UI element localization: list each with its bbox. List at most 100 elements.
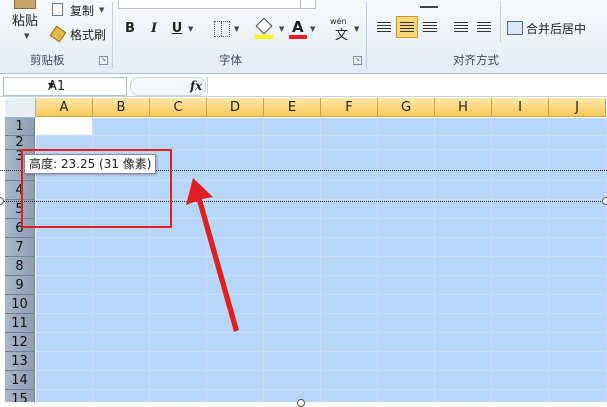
column-header-d[interactable]: D: [207, 98, 264, 117]
column-header-b[interactable]: B: [93, 98, 150, 117]
fill-color-button[interactable]: [254, 17, 276, 40]
ribbon: 粘贴 ▼ 复制 ▼ 格式刷 剪贴板 ↘ B I U ▼ ▼ ▼ A ▼ wén …: [0, 0, 607, 74]
formula-bar: A1 ▼: [0, 76, 607, 97]
font-color-button[interactable]: A: [288, 18, 308, 40]
gridline: [206, 118, 207, 402]
align-center-button[interactable]: [396, 16, 418, 38]
gridline: [36, 135, 607, 136]
gridline: [36, 237, 607, 238]
font-size-input[interactable]: [300, 0, 316, 9]
font-launcher-icon[interactable]: ↘: [353, 56, 362, 65]
row-header-14[interactable]: 14: [5, 371, 35, 390]
decrease-indent-icon: [454, 22, 468, 34]
brush-icon: [49, 25, 67, 43]
paste-label: 粘贴: [12, 14, 39, 29]
copy-dropdown-icon[interactable]: ▼: [99, 6, 104, 14]
font-color-letter-icon: A: [292, 18, 304, 36]
gridline: [36, 389, 607, 390]
gridline: [548, 118, 549, 402]
gridline: [434, 118, 435, 402]
border-icon: [221, 22, 223, 36]
row-header-15[interactable]: 15: [5, 390, 35, 402]
align-left-icon: [377, 22, 391, 34]
format-painter-label: 格式刷: [70, 28, 107, 42]
font-color-dropdown-icon[interactable]: ▼: [310, 25, 315, 33]
alignment-group-label: 对齐方式: [453, 53, 499, 67]
column-header-e[interactable]: E: [264, 98, 321, 117]
worksheet-grid[interactable]: A B C D E F G H I J 1 2 3 4 5 6 7 8 9 10 11 12 13 14 15: [5, 98, 607, 402]
decrease-indent-button[interactable]: [452, 18, 470, 38]
merge-center-icon: [507, 21, 523, 35]
font-color-bar: [289, 35, 307, 39]
row-header-2[interactable]: 2: [5, 136, 35, 150]
align-right-icon: [423, 22, 437, 34]
column-header-a[interactable]: A: [36, 98, 93, 117]
name-box[interactable]: A1 ▼: [3, 77, 127, 96]
highlight-box: [21, 149, 172, 228]
select-all-corner[interactable]: [5, 98, 36, 118]
italic-button[interactable]: I: [144, 19, 164, 39]
name-box-dropdown-icon[interactable]: ▼: [48, 81, 123, 90]
borders-dropdown-icon[interactable]: ▼: [234, 25, 239, 33]
paste-dropdown-icon[interactable]: ▼: [24, 32, 29, 40]
fill-color-dropdown-icon[interactable]: ▼: [279, 25, 284, 33]
column-header-j[interactable]: J: [549, 98, 606, 117]
align-left-button[interactable]: [375, 18, 393, 38]
increase-indent-icon: [477, 22, 491, 34]
formula-input[interactable]: [207, 77, 607, 94]
row-header-11[interactable]: 11: [5, 314, 35, 333]
phonetic-button[interactable]: wén 文: [330, 17, 354, 43]
underline-button[interactable]: U: [167, 19, 187, 39]
row-header-8[interactable]: 8: [5, 257, 35, 276]
active-cell[interactable]: [36, 118, 92, 136]
divider: [366, 2, 367, 68]
borders-button[interactable]: [214, 21, 230, 37]
row-header-1[interactable]: 1: [5, 118, 35, 136]
column-header-g[interactable]: G: [378, 98, 435, 117]
increase-indent-button[interactable]: [475, 18, 493, 38]
clipboard-launcher-icon[interactable]: ↘: [99, 56, 108, 65]
merge-center-button[interactable]: 合并后居中: [505, 18, 607, 38]
gridline: [36, 275, 607, 276]
column-header-c[interactable]: C: [150, 98, 207, 117]
gridline: [377, 118, 378, 402]
divider: [112, 2, 113, 68]
row-header-10[interactable]: 10: [5, 295, 35, 314]
font-name-input[interactable]: [118, 0, 302, 9]
column-header-h[interactable]: H: [435, 98, 492, 117]
underline-dropdown-icon[interactable]: ▼: [188, 25, 193, 33]
gridline: [320, 118, 321, 402]
clipboard-icon: [14, 0, 36, 9]
phonetic-char-icon: 文: [335, 28, 349, 43]
row-header-7[interactable]: 7: [5, 238, 35, 257]
resize-handle-icon[interactable]: [0, 197, 4, 205]
column-header-f[interactable]: F: [321, 98, 378, 117]
gridline: [605, 118, 606, 402]
font-group-label: 字体: [219, 53, 242, 67]
gridline: [36, 370, 607, 371]
column-header-i[interactable]: I: [492, 98, 549, 117]
copy-icon: [52, 3, 63, 16]
row-header-9[interactable]: 9: [5, 276, 35, 295]
merge-center-label: 合并后居中: [526, 22, 587, 36]
gridline: [263, 118, 264, 402]
row-header-13[interactable]: 13: [5, 352, 35, 371]
clipboard-group-label: 剪贴板: [30, 53, 65, 67]
fill-color-bar: [255, 35, 273, 39]
gridline: [36, 351, 607, 352]
gridline: [36, 313, 607, 314]
align-center-icon: [400, 22, 414, 33]
divider: [500, 2, 501, 42]
phonetic-dropdown-icon[interactable]: ▼: [354, 25, 359, 33]
insert-function-icon[interactable]: fx: [190, 79, 202, 93]
gridline: [36, 256, 607, 257]
align-top-button[interactable]: [420, 0, 438, 8]
align-right-button[interactable]: [421, 18, 439, 38]
resize-handle-icon[interactable]: [602, 197, 607, 205]
row-header-12[interactable]: 12: [5, 333, 35, 352]
resize-handle-icon[interactable]: [297, 399, 305, 407]
paste-button[interactable]: 粘贴 ▼: [4, 0, 44, 46]
paint-bucket-icon: [255, 17, 273, 35]
bold-button[interactable]: B: [120, 19, 140, 39]
gridline: [36, 294, 607, 295]
